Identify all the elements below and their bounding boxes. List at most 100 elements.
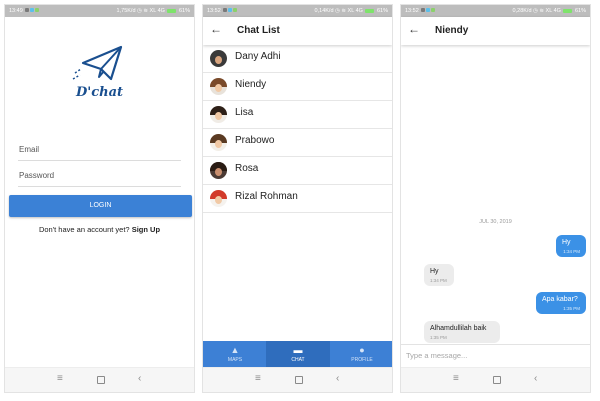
contact-name: Rizal Rohman	[235, 191, 298, 202]
status-time: 13:52	[207, 8, 221, 14]
wifi-icon: ≋	[341, 8, 346, 14]
menu-icon[interactable]: ≡	[255, 373, 261, 385]
alarm-icon: ◷	[533, 8, 538, 14]
battery-icon	[563, 8, 573, 13]
app-brand-name: D'chat	[75, 85, 124, 100]
tab-label: CHAT	[291, 357, 305, 363]
message-bubble-outgoing: Apa kabar? 1:35 PM	[536, 292, 586, 314]
app-bar: ← Niendy	[401, 17, 590, 45]
notification-icons	[421, 8, 435, 12]
battery-level: 61%	[574, 8, 586, 14]
navigation-arrow-icon: ▲	[230, 345, 240, 355]
wifi-icon: ≋	[539, 8, 544, 14]
contact-name: Niendy	[235, 79, 267, 90]
network-label: XL 4G	[545, 8, 561, 14]
avatar	[210, 190, 227, 207]
message-input[interactable]: Type a message...	[406, 351, 467, 360]
status-bar: 13:52 0,28K/d ◷ ≋ XL 4G 61%	[401, 5, 590, 17]
message-time: 1:34 PM	[430, 278, 447, 283]
message-text: Apa kabar?	[542, 296, 578, 303]
message-bubble-incoming: Hy 1:34 PM	[424, 264, 454, 286]
tab-maps[interactable]: ▲ MAPS	[203, 341, 267, 368]
message-time: 1:34 PM	[563, 249, 580, 254]
contact-item[interactable]: Rosa	[203, 157, 392, 185]
home-icon[interactable]	[295, 376, 303, 384]
message-text: Alhamdullilah baik	[430, 325, 487, 332]
home-icon[interactable]	[97, 376, 105, 384]
contact-name: Rosa	[235, 163, 259, 174]
message-time: 1:35 PM	[430, 335, 447, 340]
avatar	[210, 78, 227, 95]
contact-item[interactable]: Dany Adhi	[203, 45, 392, 73]
avatar	[210, 106, 227, 123]
system-nav-bar: ≡ ‹	[203, 367, 392, 392]
status-time: 13:52	[405, 8, 419, 14]
contact-name: Lisa	[235, 107, 254, 118]
notification-icons	[223, 8, 237, 12]
avatar	[210, 50, 227, 67]
status-bar: 13:49 1,75K/d ◷ ≋ XL 4G 61%	[5, 5, 194, 17]
contact-item[interactable]: Rizal Rohman	[203, 185, 392, 213]
date-separator: JUL 30, 2019	[479, 219, 512, 225]
contact-item[interactable]: Lisa	[203, 101, 392, 129]
system-nav-bar: ≡ ‹	[401, 367, 590, 392]
message-bubble-incoming: Alhamdullilah baik 1:35 PM	[424, 321, 500, 343]
contact-item[interactable]: Prabowo	[203, 129, 392, 157]
back-arrow-icon[interactable]: ←	[210, 22, 222, 36]
contact-name: Prabowo	[235, 135, 275, 146]
tab-chat[interactable]: ▬ CHAT	[266, 341, 330, 368]
paper-plane-logo-icon	[72, 45, 123, 81]
battery-level: 61%	[178, 8, 190, 14]
network-speed: 0,28K/d	[512, 8, 532, 14]
tab-profile[interactable]: ● PROFILE	[330, 341, 392, 368]
battery-icon	[167, 8, 177, 13]
battery-icon	[365, 8, 375, 13]
login-screen: 13:49 1,75K/d ◷ ≋ XL 4G 61% D'chat Email…	[4, 4, 195, 393]
page-title: Niendy	[435, 25, 469, 36]
page-title: Chat List	[237, 25, 280, 36]
signup-prompt: Don't have an account yet?	[38, 225, 130, 234]
network-speed: 1,75K/d	[116, 8, 136, 14]
app-bar: ← Chat List	[203, 17, 392, 45]
status-bar: 13:52 0,14K/d ◷ ≋ XL 4G 61%	[203, 5, 392, 17]
menu-icon[interactable]: ≡	[57, 373, 63, 385]
notification-icons	[25, 8, 39, 12]
avatar	[210, 162, 227, 179]
contact-name: Dany Adhi	[235, 51, 281, 62]
back-nav-icon[interactable]: ‹	[336, 373, 339, 385]
message-text: Hy	[430, 268, 439, 275]
status-right: 1,75K/d ◷ ≋ XL 4G 61%	[117, 5, 190, 17]
contact-list: Dany Adhi Niendy Lisa Prabowo Rosa Rizal…	[203, 45, 392, 213]
message-text: Hy	[562, 239, 571, 246]
status-time: 13:49	[9, 8, 23, 14]
status-right: 0,28K/d ◷ ≋ XL 4G 61%	[513, 5, 586, 17]
signup-line: Don't have an account yet? Sign Up	[5, 225, 194, 234]
home-icon[interactable]	[493, 376, 501, 384]
message-time: 1:35 PM	[563, 306, 580, 311]
menu-icon[interactable]: ≡	[453, 373, 459, 385]
login-button[interactable]: LOGIN	[9, 195, 192, 217]
alarm-icon: ◷	[335, 8, 340, 14]
back-nav-icon[interactable]: ‹	[534, 373, 537, 385]
chat-bubble-icon: ▬	[293, 345, 303, 355]
chat-list-screen: 13:52 0,14K/d ◷ ≋ XL 4G 61% ← Chat List …	[202, 4, 393, 393]
person-icon: ●	[359, 345, 365, 355]
password-field[interactable]: Password	[18, 165, 181, 187]
contact-item[interactable]: Niendy	[203, 73, 392, 101]
avatar	[210, 134, 227, 151]
message-composer[interactable]: Type a message...	[401, 344, 590, 368]
message-bubble-outgoing: Hy 1:34 PM	[556, 235, 586, 257]
alarm-icon: ◷	[137, 8, 142, 14]
back-arrow-icon[interactable]: ←	[408, 22, 420, 36]
battery-level: 61%	[376, 8, 388, 14]
bottom-tab-bar: ▲ MAPS ▬ CHAT ● PROFILE	[203, 341, 392, 368]
network-label: XL 4G	[347, 8, 363, 14]
back-nav-icon[interactable]: ‹	[138, 373, 141, 385]
status-right: 0,14K/d ◷ ≋ XL 4G 61%	[315, 5, 388, 17]
network-label: XL 4G	[149, 8, 165, 14]
wifi-icon: ≋	[143, 8, 148, 14]
email-field[interactable]: Email	[18, 139, 181, 161]
network-speed: 0,14K/d	[314, 8, 334, 14]
tab-label: MAPS	[227, 357, 243, 363]
signup-link[interactable]: Sign Up	[132, 225, 160, 234]
